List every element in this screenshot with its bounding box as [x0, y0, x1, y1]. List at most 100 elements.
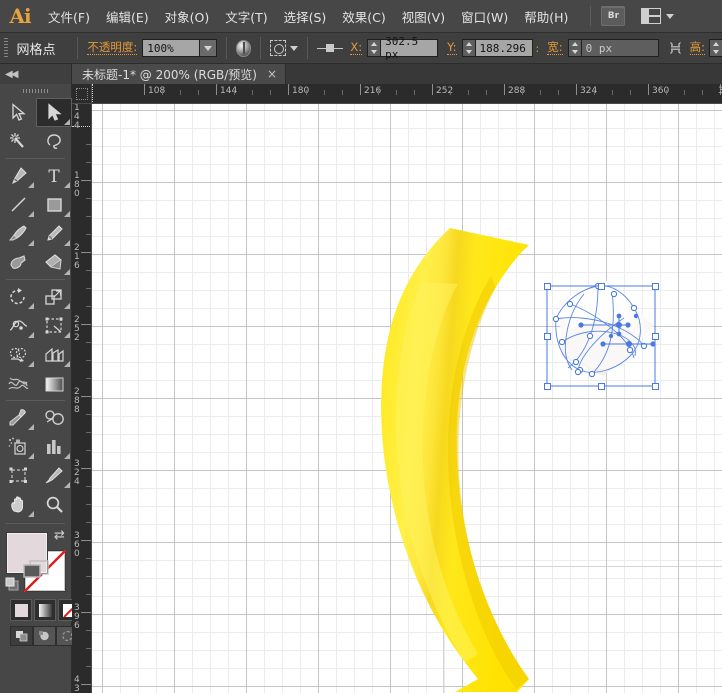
toolbox-divider-2: [6, 279, 65, 280]
bbox-handle-bc[interactable]: [598, 383, 605, 390]
bbox-handle-tl[interactable]: [544, 283, 551, 290]
tool-zoom[interactable]: [36, 490, 72, 519]
x-label[interactable]: X:: [350, 41, 362, 55]
flyout-triangle-icon: [28, 182, 34, 188]
close-icon[interactable]: ×: [267, 68, 277, 80]
draw-behind-mode[interactable]: [33, 626, 56, 646]
y-label[interactable]: Y:: [447, 41, 456, 55]
screen-mode-button[interactable]: [0, 554, 72, 584]
tool-width[interactable]: [0, 311, 36, 340]
ruler-corner[interactable]: [72, 84, 92, 104]
link-dimensions-icon[interactable]: [668, 40, 683, 56]
height-stepper[interactable]: [709, 39, 722, 57]
horizontal-ruler[interactable]: 108 144 180 216 252 288 324 360: [92, 84, 722, 104]
tool-paintbrush[interactable]: [0, 219, 36, 248]
bbox-handle-tr[interactable]: [652, 283, 659, 290]
tool-hand[interactable]: [0, 490, 36, 519]
tool-eraser[interactable]: [36, 248, 72, 277]
tool-magic-wand[interactable]: [0, 127, 36, 156]
tool-free-transform[interactable]: [36, 311, 72, 340]
gradient-mesh-object[interactable]: [547, 280, 656, 386]
height-label[interactable]: 高:: [690, 41, 705, 55]
opacity-field-group[interactable]: 100%: [142, 39, 217, 57]
width-field-group[interactable]: 0 px: [568, 39, 659, 57]
stepper-up-icon: [371, 42, 377, 46]
x-input[interactable]: 302.5 px: [380, 39, 438, 57]
bbox-handle-bl[interactable]: [544, 383, 551, 390]
height-field-group[interactable]: [709, 39, 722, 57]
width-label[interactable]: 宽:: [547, 41, 562, 55]
tool-mesh[interactable]: [0, 369, 36, 398]
bridge-button[interactable]: Br: [601, 6, 625, 26]
swap-fill-stroke-icon[interactable]: ⇄: [54, 529, 68, 543]
menu-type[interactable]: 文字(T): [217, 0, 275, 33]
tool-pen[interactable]: [0, 161, 36, 190]
menu-bar: Ai 文件(F) 编辑(E) 对象(O) 文字(T) 选择(S) 效果(C) 视…: [0, 0, 722, 33]
fill-gradient-mode[interactable]: [34, 599, 56, 621]
menu-view[interactable]: 视图(V): [394, 0, 453, 33]
panel-collapse-button[interactable]: ◀◀: [0, 64, 72, 84]
document-tab[interactable]: 未标题-1* @ 200% (RGB/预览) ×: [72, 64, 286, 84]
menu-file[interactable]: 文件(F): [40, 0, 98, 33]
fill-color-mode[interactable]: [10, 599, 32, 621]
draw-normal-mode[interactable]: [10, 626, 33, 646]
tool-rotate[interactable]: [0, 282, 36, 311]
width-input[interactable]: 0 px: [581, 39, 659, 57]
ruler-tick-label: 324: [74, 460, 83, 487]
tool-shape-builder[interactable]: [0, 340, 36, 369]
tool-scale[interactable]: [36, 282, 72, 311]
menu-object[interactable]: 对象(O): [157, 0, 218, 33]
tool-lasso[interactable]: [36, 127, 72, 156]
tool-blend[interactable]: [36, 403, 72, 432]
bbox-handle-mr[interactable]: [652, 333, 659, 340]
menu-effect[interactable]: 效果(C): [334, 0, 393, 33]
stepper-down-icon: [572, 50, 578, 54]
bbox-handle-ml[interactable]: [544, 333, 551, 340]
tool-eyedropper[interactable]: [0, 403, 36, 432]
tool-rectangle[interactable]: [36, 190, 72, 219]
tool-pencil[interactable]: [36, 219, 72, 248]
ruler-tick-label: 216: [74, 244, 83, 271]
tool-blob-brush[interactable]: [0, 248, 36, 277]
tool-slice[interactable]: [36, 461, 72, 490]
opacity-label[interactable]: 不透明度:: [87, 41, 137, 55]
menu-window[interactable]: 窗口(W): [453, 0, 516, 33]
banana-shape[interactable]: [381, 228, 529, 692]
document-tab-title: 未标题-1* @ 200% (RGB/预览): [82, 66, 257, 83]
bbox-handle-tc[interactable]: [598, 283, 605, 290]
workspace-switcher[interactable]: [641, 8, 674, 24]
tool-type[interactable]: T: [36, 161, 72, 190]
toolbox-group-transform: [0, 282, 72, 398]
toolbox-drag-handle[interactable]: [0, 84, 71, 98]
x-field-group[interactable]: 302.5 px: [367, 39, 438, 57]
artboard-canvas[interactable]: [92, 104, 722, 693]
y-field-group[interactable]: 188.296: [462, 39, 533, 57]
menu-edit[interactable]: 编辑(E): [98, 0, 157, 33]
ruler-tick-label: 432: [74, 676, 83, 693]
transform-handle-icon[interactable]: [317, 43, 340, 53]
tool-direct-selection[interactable]: [36, 98, 72, 127]
tool-selection[interactable]: [0, 98, 36, 127]
align-button[interactable]: [270, 40, 298, 56]
opacity-dropdown-button[interactable]: [200, 39, 217, 57]
opacity-mask-icon[interactable]: [236, 40, 251, 57]
menu-help[interactable]: 帮助(H): [516, 0, 576, 33]
y-input[interactable]: 188.296: [475, 39, 533, 57]
tool-column-graph[interactable]: [36, 432, 72, 461]
control-bar-grip[interactable]: [4, 38, 8, 58]
menu-select[interactable]: 选择(S): [276, 0, 335, 33]
tool-artboard[interactable]: [0, 461, 36, 490]
y-stepper[interactable]: [462, 39, 475, 57]
vertical-ruler[interactable]: 144 180 216 252 288 324 360 396: [72, 104, 92, 693]
flyout-triangle-icon: [28, 361, 34, 367]
tool-gradient[interactable]: [36, 369, 72, 398]
flyout-triangle-icon: [28, 332, 34, 338]
tool-symbol-sprayer[interactable]: [0, 432, 36, 461]
tool-line-segment[interactable]: [0, 190, 36, 219]
double-arrow-left-icon: ◀◀: [5, 69, 16, 80]
bbox-handle-br[interactable]: [652, 383, 659, 390]
opacity-input[interactable]: 100%: [142, 39, 200, 57]
x-stepper[interactable]: [367, 39, 380, 57]
tool-perspective-grid[interactable]: [36, 340, 72, 369]
width-stepper[interactable]: [568, 39, 581, 57]
